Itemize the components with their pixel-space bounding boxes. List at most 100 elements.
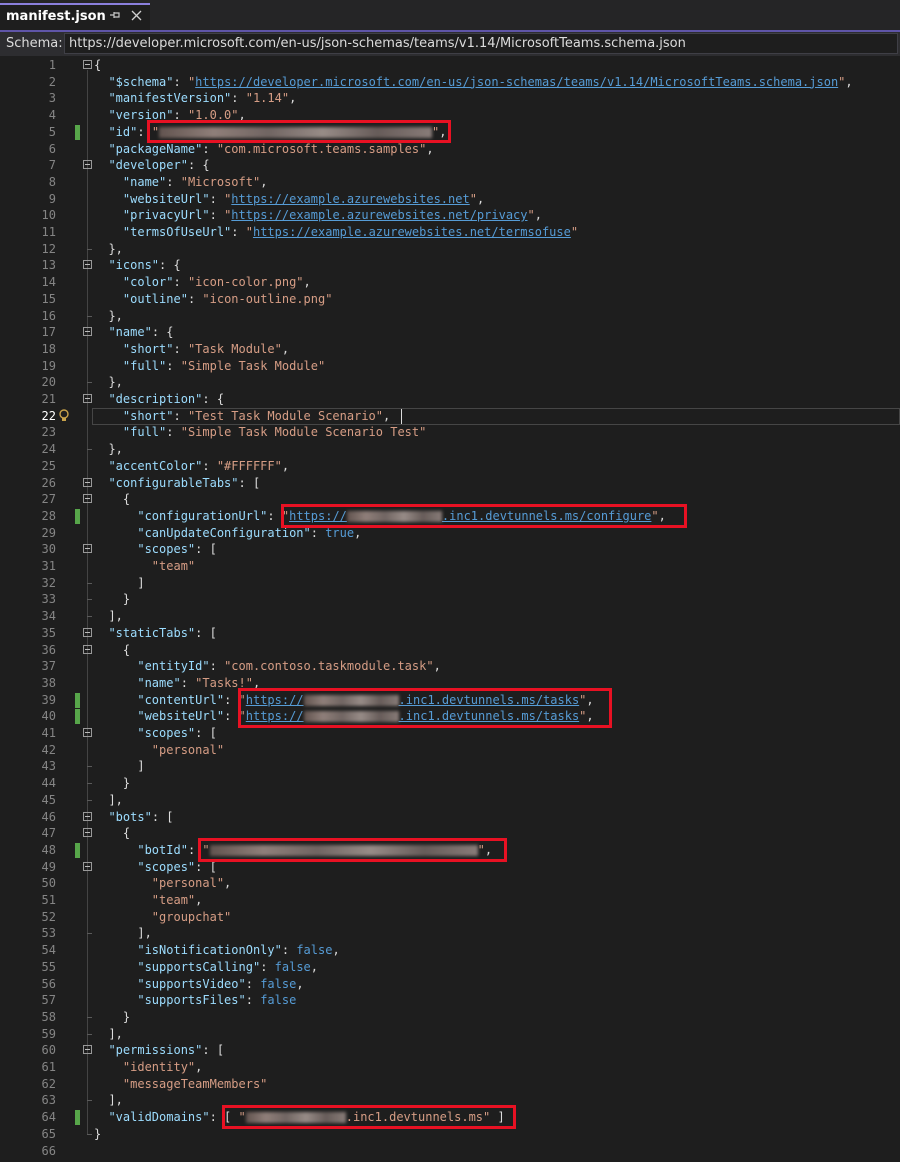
json-key: "termsOfUseUrl" bbox=[122, 225, 232, 239]
collapse-icon[interactable] bbox=[83, 728, 92, 737]
json-punctuation: : bbox=[166, 174, 181, 189]
code-line[interactable]: 58 } bbox=[0, 1009, 900, 1026]
code-text: "short": "Task Module", bbox=[94, 341, 289, 358]
line-number: 18 bbox=[41, 341, 56, 356]
code-line[interactable]: 37 "entityId": "com.contoso.taskmodule.t… bbox=[0, 658, 900, 675]
code-line[interactable]: 2 "$schema": "https://developer.microsof… bbox=[0, 74, 900, 91]
collapse-icon[interactable] bbox=[83, 160, 92, 170]
line-number: 54 bbox=[41, 943, 56, 958]
code-line[interactable]: 19 "full": "Simple Task Module" bbox=[0, 358, 900, 375]
json-key: "name" bbox=[137, 675, 181, 690]
code-line[interactable]: 53 ], bbox=[0, 925, 900, 942]
code-line[interactable]: 59 ], bbox=[0, 1026, 900, 1043]
code-line[interactable]: 30 "scopes": [ bbox=[0, 541, 900, 558]
code-line[interactable]: 9 "websiteUrl": "https://example.azurewe… bbox=[0, 191, 900, 208]
code-line[interactable]: 14 "color": "icon-color.png", bbox=[0, 274, 900, 291]
line-number: 2 bbox=[48, 74, 56, 89]
code-line[interactable]: 1{ bbox=[0, 57, 900, 74]
code-line[interactable]: 24 }, bbox=[0, 441, 900, 458]
code-line[interactable]: 55 "supportsCalling": false, bbox=[0, 959, 900, 976]
code-line[interactable]: 56 "supportsVideo": false, bbox=[0, 976, 900, 993]
collapse-icon[interactable] bbox=[83, 828, 92, 838]
collapse-icon[interactable] bbox=[83, 811, 92, 821]
code-line[interactable]: 45 ], bbox=[0, 792, 900, 809]
code-line[interactable]: 34 ], bbox=[0, 608, 900, 625]
schema-input[interactable] bbox=[64, 33, 898, 54]
code-editor[interactable]: 1{2 "$schema": "https://developer.micros… bbox=[0, 56, 900, 1162]
code-line[interactable]: 13 "icons": { bbox=[0, 257, 900, 274]
json-url[interactable]: https://example.azurewebsites.net bbox=[231, 192, 469, 206]
code-line[interactable]: 57 "supportsFiles": false bbox=[0, 992, 900, 1009]
code-line[interactable]: 42 "personal" bbox=[0, 742, 900, 759]
code-line[interactable]: 51 "team", bbox=[0, 892, 900, 909]
code-line[interactable]: 35 "staticTabs": [ bbox=[0, 625, 900, 642]
code-line[interactable]: 66 bbox=[0, 1143, 900, 1160]
collapse-icon[interactable] bbox=[83, 494, 92, 504]
collapse-icon[interactable] bbox=[83, 861, 92, 871]
code-line[interactable]: 31 "team" bbox=[0, 558, 900, 575]
code-line[interactable]: 60 "permissions": [ bbox=[0, 1042, 900, 1059]
code-line[interactable]: 54 "isNotificationOnly": false, bbox=[0, 942, 900, 959]
json-key: "id" bbox=[108, 124, 138, 139]
code-line[interactable]: 10 "privacyUrl": "https://example.azurew… bbox=[0, 207, 900, 224]
json-punctuation: , bbox=[476, 191, 485, 206]
line-number: 38 bbox=[41, 675, 56, 690]
collapse-icon[interactable] bbox=[83, 327, 92, 337]
code-line[interactable]: 8 "name": "Microsoft", bbox=[0, 174, 900, 191]
json-punctuation: ], bbox=[94, 1026, 123, 1041]
code-line[interactable]: 32 ] bbox=[0, 575, 900, 592]
code-line[interactable]: 20 }, bbox=[0, 374, 900, 391]
code-line[interactable]: 12 }, bbox=[0, 241, 900, 258]
code-line[interactable]: 11 "termsOfUseUrl": "https://example.azu… bbox=[0, 224, 900, 241]
json-punctuation: : [ bbox=[195, 625, 217, 640]
line-number: 7 bbox=[48, 158, 56, 173]
code-line[interactable]: 61 "identity", bbox=[0, 1059, 900, 1076]
json-key: "$schema" bbox=[108, 74, 174, 89]
code-text: ], bbox=[94, 792, 122, 809]
json-url[interactable]: https://example.azurewebsites.net/privac… bbox=[231, 208, 527, 222]
code-line[interactable]: 22 "short": "Test Task Module Scenario", bbox=[0, 407, 900, 425]
json-literal: false bbox=[260, 976, 297, 991]
code-line[interactable]: 33 } bbox=[0, 591, 900, 608]
collapse-icon[interactable] bbox=[83, 1045, 92, 1055]
json-punctuation: : { bbox=[202, 392, 225, 406]
line-number: 1 bbox=[48, 58, 56, 72]
code-line[interactable]: 21 "description": { bbox=[0, 391, 900, 408]
tab-manifest-json[interactable]: manifest.json bbox=[0, 3, 150, 30]
code-text: } bbox=[94, 775, 130, 792]
code-line[interactable]: 25 "accentColor": "#FFFFFF", bbox=[0, 458, 900, 475]
code-line[interactable]: 43 ] bbox=[0, 758, 900, 775]
code-line[interactable]: 26 "configurableTabs": [ bbox=[0, 475, 900, 492]
line-number: 33 bbox=[41, 592, 56, 607]
collapse-icon[interactable] bbox=[83, 394, 92, 403]
json-punctuation: : [ bbox=[195, 726, 217, 740]
code-line[interactable]: 46 "bots": [ bbox=[0, 809, 900, 826]
code-line[interactable]: 15 "outline": "icon-outline.png" bbox=[0, 291, 900, 308]
collapse-icon[interactable] bbox=[83, 260, 92, 270]
collapse-icon[interactable] bbox=[83, 627, 92, 637]
code-line[interactable]: 52 "groupchat" bbox=[0, 909, 900, 926]
collapse-icon[interactable] bbox=[83, 644, 92, 654]
code-line[interactable]: 17 "name": { bbox=[0, 324, 900, 341]
code-line[interactable]: 3 "manifestVersion": "1.14", bbox=[0, 90, 900, 107]
pin-icon[interactable] bbox=[108, 9, 122, 24]
json-url[interactable]: https://example.azurewebsites.net/termso… bbox=[253, 225, 571, 239]
code-line[interactable]: 7 "developer": { bbox=[0, 157, 900, 174]
json-url[interactable]: https://developer.microsoft.com/en-us/js… bbox=[195, 75, 838, 89]
close-icon[interactable] bbox=[128, 7, 144, 25]
collapse-icon[interactable] bbox=[83, 544, 92, 554]
collapse-icon[interactable] bbox=[83, 60, 92, 69]
lightbulb-icon[interactable] bbox=[58, 408, 70, 423]
code-line[interactable]: 16 }, bbox=[0, 308, 900, 325]
code-line[interactable]: 36 { bbox=[0, 642, 900, 659]
code-text: "manifestVersion": "1.14", bbox=[94, 90, 296, 107]
collapse-icon[interactable] bbox=[83, 477, 92, 487]
code-line[interactable]: 44 } bbox=[0, 775, 900, 792]
code-line[interactable]: 50 "personal", bbox=[0, 875, 900, 892]
code-line[interactable]: 62 "messageTeamMembers" bbox=[0, 1076, 900, 1093]
line-number: 6 bbox=[48, 141, 56, 156]
code-line[interactable]: 23 "full": "Simple Task Module Scenario … bbox=[0, 424, 900, 441]
code-line[interactable]: 18 "short": "Task Module", bbox=[0, 341, 900, 358]
